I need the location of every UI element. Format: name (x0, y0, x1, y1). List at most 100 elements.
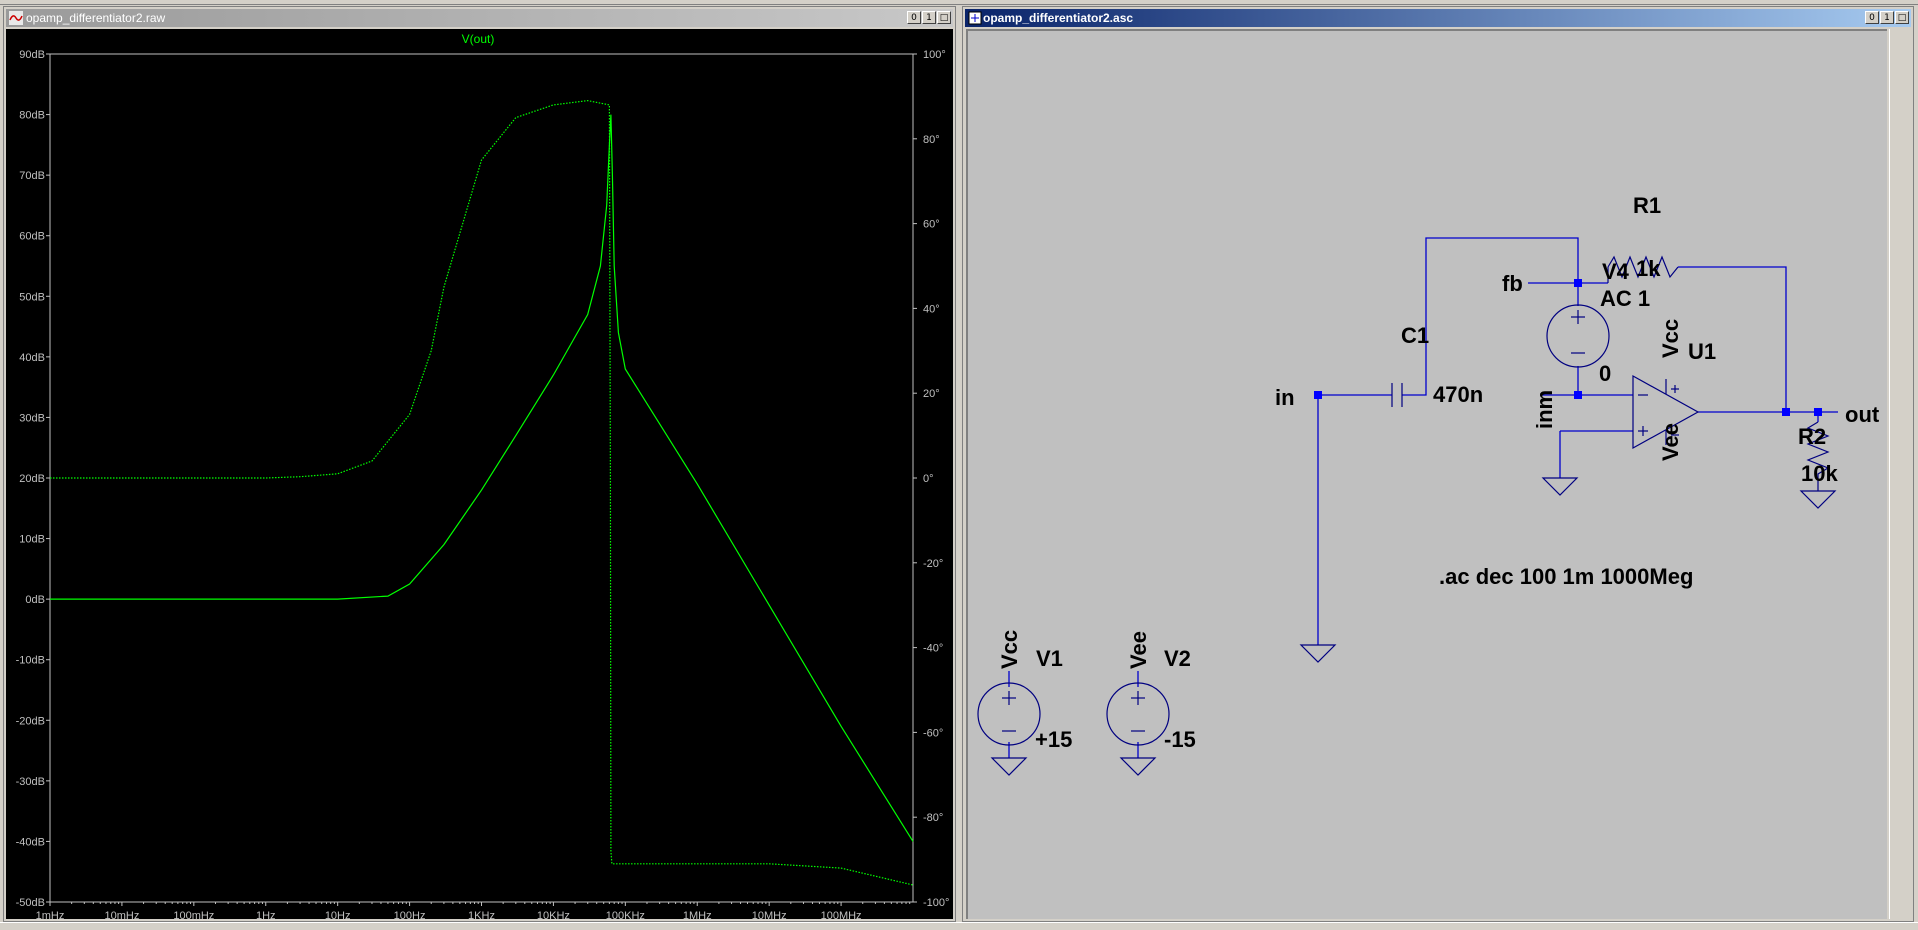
v2-name-label[interactable]: V2 (1164, 646, 1191, 671)
c1-name-label[interactable]: C1 (1401, 323, 1429, 348)
maximize-button[interactable]: □ (937, 11, 951, 24)
wire-c1-fb[interactable] (1402, 237, 1579, 396)
x-tick-label[interactable]: 100Hz (394, 910, 426, 922)
junction-out-r1 (1782, 408, 1790, 416)
net-label-vcc-u1[interactable]: Vcc (1658, 319, 1683, 358)
junction-inm (1574, 391, 1582, 399)
r2-name-label[interactable]: R2 (1798, 424, 1826, 449)
net-label-inm[interactable]: inm (1532, 390, 1557, 429)
y-left-tick-label[interactable]: 70dB (19, 170, 45, 182)
x-tick-label[interactable]: 100MHz (821, 910, 862, 922)
waveform-window-title: opamp_differentiator2.raw (26, 11, 166, 25)
y-right-tick-label[interactable]: 40° (923, 303, 940, 315)
x-tick-label[interactable]: 10MHz (752, 910, 787, 922)
y-left-tick-label[interactable]: 40dB (19, 352, 45, 364)
v4-value-label[interactable]: AC 1 (1600, 286, 1650, 311)
top-toolbar-strip (0, 0, 1918, 5)
schematic-window-title: opamp_differentiator2.asc (983, 11, 1134, 25)
v1-value-label[interactable]: +15 (1035, 727, 1072, 752)
y-left-tick-label[interactable]: 0dB (25, 594, 45, 606)
x-tick-label[interactable]: 1MHz (683, 910, 712, 922)
y-left-tick-label[interactable]: -30dB (16, 776, 45, 788)
ground-symbol-noninv (1541, 477, 1579, 496)
net-label-vcc-v1[interactable]: Vcc (997, 630, 1022, 669)
spice-directive[interactable]: .ac dec 100 1m 1000Meg (1439, 564, 1693, 589)
x-tick-label[interactable]: 10mHz (104, 910, 139, 922)
trace-label-vout[interactable]: V(out) (462, 32, 495, 46)
r1-value-label[interactable]: 1k (1636, 256, 1661, 281)
y-right-tick-label[interactable]: -40° (923, 643, 943, 655)
voltage-source-v2-symbol[interactable] (1106, 682, 1170, 746)
y-right-tick-label[interactable]: -20° (923, 558, 943, 570)
net-label-zero[interactable]: 0 (1599, 361, 1611, 386)
r2-value-label[interactable]: 10k (1801, 461, 1838, 486)
v1-name-label[interactable]: V1 (1036, 646, 1063, 671)
ground-symbol-r2 (1799, 490, 1837, 509)
vertical-scrollbar[interactable] (1889, 29, 1910, 919)
y-right-tick-label[interactable]: 80° (923, 134, 940, 146)
y-left-tick-label[interactable]: 50dB (19, 291, 45, 303)
y-left-tick-label[interactable]: 30dB (19, 412, 45, 424)
x-tick-label[interactable]: 100mHz (173, 910, 214, 922)
net-label-out[interactable]: out (1845, 402, 1880, 427)
net-label-vee-u1[interactable]: Vee (1658, 423, 1683, 461)
x-tick-label[interactable]: 10Hz (325, 910, 351, 922)
x-tick-label[interactable]: 10KHz (537, 910, 570, 922)
waveform-app-icon (9, 11, 23, 25)
y-right-tick-label[interactable]: -100° (923, 897, 949, 909)
y-left-tick-label[interactable]: 20dB (19, 473, 45, 485)
x-tick-label[interactable]: 100KHz (606, 910, 645, 922)
y-right-tick-label[interactable]: 100° (923, 49, 946, 61)
bode-plot[interactable]: V(out) 90dB 80dB 70dB 60dB 50dB 40dB 30dB 20dB 1… (6, 29, 953, 922)
y-left-tick-label[interactable]: 10dB (19, 534, 45, 546)
waveform-titlebar[interactable]: opamp_differentiator2.raw 0 1 □ (6, 9, 953, 27)
schematic-window-controls: 0 1 □ (1865, 11, 1909, 24)
c1-value-label[interactable]: 470n (1433, 382, 1483, 407)
v2-value-label[interactable]: -15 (1164, 727, 1196, 752)
waveform-window[interactable]: opamp_differentiator2.raw 0 1 □ V(out) 9… (3, 6, 956, 922)
phase-trace[interactable] (50, 99, 914, 886)
y-left-tick-label[interactable]: -20dB (16, 715, 45, 727)
y-right-tick-label[interactable]: 20° (923, 388, 940, 400)
v4-name-label[interactable]: V4 (1602, 259, 1630, 284)
u1-name-label[interactable]: U1 (1688, 339, 1716, 364)
y-left-tick-label[interactable]: -10dB (16, 655, 45, 667)
junction-fb (1574, 279, 1582, 287)
wires (1008, 237, 1838, 758)
x-tick-label[interactable]: 1Hz (256, 910, 276, 922)
y-right-tick-label[interactable]: -60° (923, 727, 943, 739)
maximize-button[interactable]: □ (1895, 11, 1909, 24)
schematic-titlebar[interactable]: opamp_differentiator2.asc 0 1 □ (965, 9, 1911, 27)
net-label-fb[interactable]: fb (1502, 271, 1523, 296)
r1-name-label[interactable]: R1 (1633, 193, 1661, 218)
minimize-button[interactable]: 0 (1865, 11, 1879, 24)
capacitor-c1-symbol[interactable] (1391, 383, 1403, 407)
ground-symbol-in (1299, 644, 1337, 663)
restore-button[interactable]: 1 (922, 11, 936, 24)
y-left-tick-label[interactable]: 60dB (19, 231, 45, 243)
schematic-drawing[interactable]: in fb out 0 inm Vcc Vee Vcc Vee R1 1k R2… (968, 31, 1887, 919)
y-left-tick-label[interactable]: 90dB (19, 49, 45, 61)
y-right-tick-label[interactable]: 0° (923, 473, 934, 485)
net-label-vee-v2[interactable]: Vee (1126, 631, 1151, 669)
net-label-in[interactable]: in (1275, 385, 1295, 410)
y-right-tick-label[interactable]: -80° (923, 812, 943, 824)
y-right-tick-label[interactable]: 60° (923, 219, 940, 231)
x-tick-label[interactable]: 1mHz (36, 910, 65, 922)
junction-in (1314, 391, 1322, 399)
y-left-tick-label[interactable]: 80dB (19, 110, 45, 122)
restore-button[interactable]: 1 (1880, 11, 1894, 24)
voltage-source-v4-symbol[interactable] (1546, 304, 1610, 368)
minimize-button[interactable]: 0 (907, 11, 921, 24)
schematic-app-icon (968, 11, 982, 25)
y-left-tick-label[interactable]: -50dB (16, 897, 45, 909)
y-left-tick-label[interactable]: -40dB (16, 836, 45, 848)
ground-symbol-v2 (1119, 757, 1157, 776)
ground-symbol-v1 (990, 757, 1028, 776)
junction-out (1814, 408, 1822, 416)
plot-pane[interactable]: V(out) 90dB 80dB 70dB 60dB 50dB 40dB 30dB 20dB 1… (6, 29, 953, 922)
schematic-canvas[interactable]: in fb out 0 inm Vcc Vee Vcc Vee R1 1k R2… (966, 29, 1887, 919)
schematic-window[interactable]: opamp_differentiator2.asc 0 1 □ in fb ou… (962, 6, 1914, 922)
voltage-source-v1-symbol[interactable] (977, 682, 1041, 746)
x-tick-label[interactable]: 1KHz (468, 910, 495, 922)
